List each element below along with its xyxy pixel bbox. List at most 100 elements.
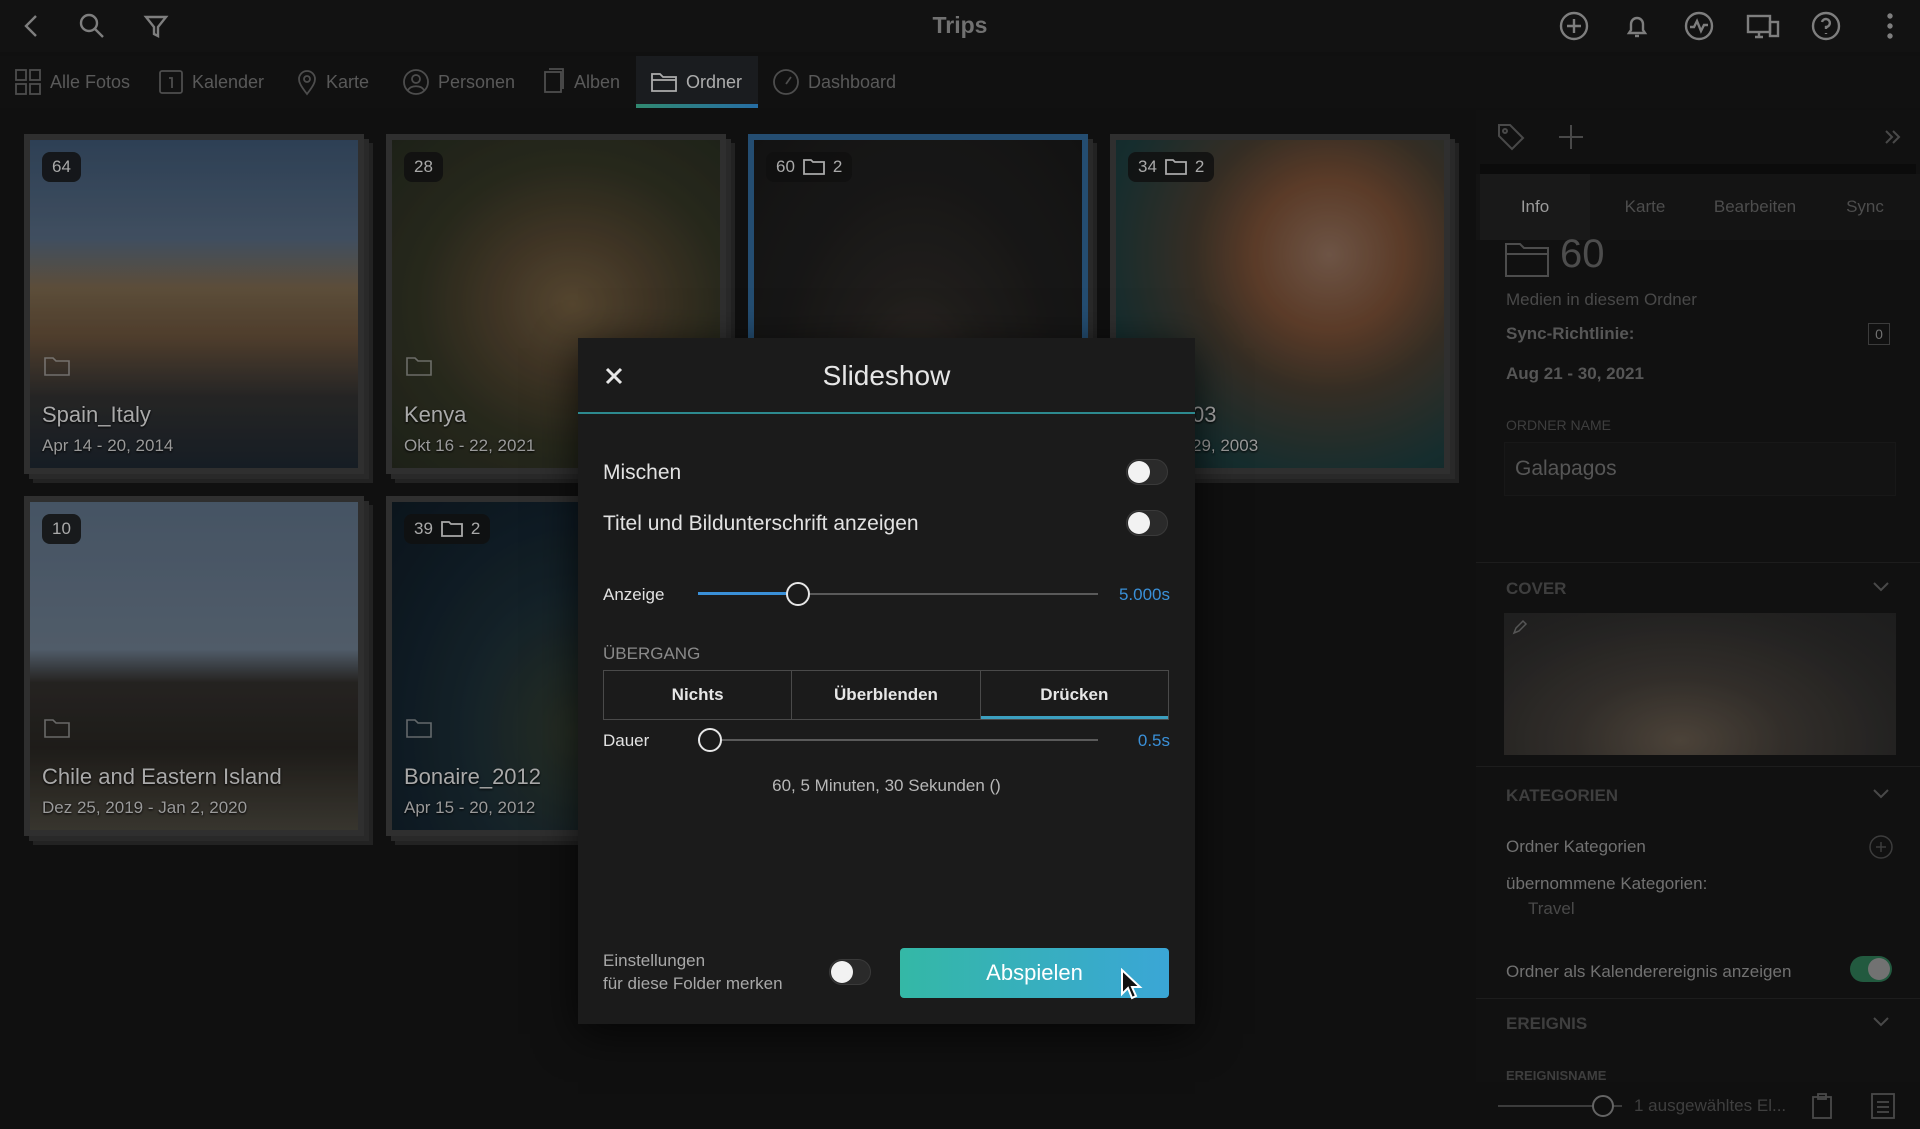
count-badge: 34 2 — [1128, 152, 1215, 182]
tab-info[interactable]: Info — [1480, 174, 1590, 240]
folder-name: 03 — [1192, 402, 1217, 427]
tab-kalender[interactable]: Kalender — [158, 56, 264, 108]
remember-line-1: Einstellungen — [603, 951, 706, 970]
tag-icon[interactable] — [1496, 122, 1526, 157]
clipboard-icon[interactable] — [1810, 1092, 1834, 1125]
sync-value[interactable]: 0 — [1868, 323, 1890, 345]
transition-segmented-control: Nichts Überblenden Drücken — [603, 670, 1169, 720]
calendar-event-toggle[interactable] — [1850, 956, 1892, 982]
count: 39 — [414, 519, 433, 538]
count: 64 — [52, 157, 71, 176]
tab-label: Ordner — [686, 71, 743, 92]
shuffle-toggle[interactable] — [1126, 459, 1168, 485]
count: 28 — [414, 157, 433, 176]
folder-icon — [406, 355, 432, 382]
panel-toolbar — [1476, 110, 1920, 166]
grid-icon — [15, 69, 41, 95]
shuffle-label: Mischen — [603, 461, 682, 484]
captions-label: Titel und Bildunterschrift anzeigen — [603, 512, 919, 535]
count-badge: 60 2 — [766, 152, 853, 182]
add-category-icon[interactable] — [1868, 834, 1894, 865]
nav-bar: Alle Fotos Kalender Karte Personen Alben… — [0, 56, 1920, 108]
remember-line-2: für diese Folder merken — [603, 974, 783, 993]
count-badge: 64 — [42, 152, 81, 182]
remember-settings-toggle[interactable] — [829, 959, 871, 985]
divider — [1476, 998, 1920, 999]
tab-karte-panel[interactable]: Karte — [1590, 174, 1700, 240]
cover-image[interactable] — [1504, 613, 1896, 755]
dialog-title: Slideshow — [822, 360, 951, 391]
captions-toggle[interactable] — [1126, 510, 1168, 536]
folder-icon — [44, 355, 70, 382]
display-label: Anzeige — [603, 585, 665, 604]
tab-karte[interactable]: Karte — [296, 56, 369, 108]
slider-fill — [698, 592, 798, 595]
transition-ueberblenden[interactable]: Überblenden — [792, 671, 981, 719]
slider-thumb[interactable] — [786, 582, 810, 606]
more-menu-icon[interactable] — [1870, 6, 1910, 46]
add-tag-icon[interactable] — [1556, 122, 1586, 157]
edit-pencil-icon[interactable] — [1512, 619, 1528, 640]
tab-ordner[interactable]: Ordner — [636, 56, 758, 108]
folder-name: Spain_Italy — [42, 402, 151, 427]
slideshow-summary: 60, 5 Minuten, 30 Sekunden () — [772, 776, 1001, 795]
devices-icon[interactable] — [1743, 6, 1783, 46]
list-view-icon[interactable] — [1870, 1092, 1896, 1125]
tab-label: Personen — [438, 71, 516, 92]
tab-label: Alben — [574, 71, 621, 92]
folder-name-input[interactable]: Galapagos — [1504, 442, 1896, 496]
folder-date: Apr 15 - 20, 2012 — [404, 798, 536, 817]
count: 34 — [1138, 157, 1157, 176]
tab-alben[interactable]: Alben — [542, 56, 620, 108]
tab-label: Kalender — [192, 71, 265, 92]
transition-duration-slider[interactable] — [698, 726, 1098, 754]
subfolder-count: 2 — [470, 519, 481, 538]
tab-sync[interactable]: Sync — [1810, 174, 1920, 240]
mouse-cursor-icon — [1120, 967, 1144, 1007]
folder-icon — [406, 717, 432, 744]
toggle-knob — [1128, 512, 1150, 534]
folder-icon — [651, 73, 677, 92]
toggle-knob — [831, 961, 853, 983]
subfolder-icon — [1165, 159, 1187, 175]
folder-card[interactable]: 10 Chile and Eastern Island Dez 25, 2019… — [24, 496, 364, 836]
inherited-categories-label: übernommene Kategorien: — [1506, 874, 1708, 893]
folder-card[interactable]: 64 Spain_Italy Apr 14 - 20, 2014 — [24, 134, 364, 474]
zoom-slider-thumb[interactable] — [1592, 1095, 1614, 1117]
folder-date: Apr 14 - 20, 2014 — [42, 436, 174, 455]
album-icon — [544, 68, 564, 93]
help-icon[interactable] — [1806, 6, 1846, 46]
tab-bearbeiten[interactable]: Bearbeiten — [1700, 174, 1810, 240]
calendar-icon — [159, 70, 183, 94]
transition-nichts[interactable]: Nichts — [604, 671, 793, 719]
folder-name: Kenya — [404, 402, 467, 427]
sync-label: Sync-Richtlinie: — [1506, 324, 1635, 343]
chevron-down-icon[interactable] — [1872, 787, 1890, 805]
slider-thumb[interactable] — [698, 728, 722, 752]
duration-label: Dauer — [603, 731, 650, 750]
media-count: 60 — [1560, 232, 1605, 276]
collapse-panel-icon[interactable] — [1882, 126, 1904, 153]
add-icon[interactable] — [1554, 6, 1594, 46]
transition-section-label: ÜBERGANG — [603, 644, 701, 663]
chevron-down-icon[interactable] — [1872, 580, 1890, 598]
count: 10 — [52, 519, 71, 538]
subfolder-count: 2 — [832, 157, 843, 176]
subfolder-icon — [441, 521, 463, 537]
display-duration-slider[interactable] — [698, 580, 1098, 608]
bell-icon[interactable] — [1617, 6, 1657, 46]
folder-date: Okt 16 - 22, 2021 — [404, 436, 536, 455]
slideshow-dialog: Slideshow Mischen Titel und Bilduntersch… — [578, 338, 1195, 1024]
tab-dashboard[interactable]: Dashboard — [772, 56, 896, 108]
event-section-label: EREIGNIS — [1506, 1014, 1588, 1033]
activity-icon[interactable] — [1679, 6, 1719, 46]
subfolder-icon — [803, 159, 825, 175]
chevron-down-icon[interactable] — [1872, 1015, 1890, 1033]
transition-druecken[interactable]: Drücken — [980, 671, 1169, 719]
divider — [1476, 766, 1920, 767]
tab-label: Karte — [326, 71, 370, 92]
top-bar: Trips — [0, 0, 1920, 52]
map-pin-icon — [298, 70, 316, 96]
tab-alle-fotos[interactable]: Alle Fotos — [14, 56, 130, 108]
tab-personen[interactable]: Personen — [402, 56, 515, 108]
